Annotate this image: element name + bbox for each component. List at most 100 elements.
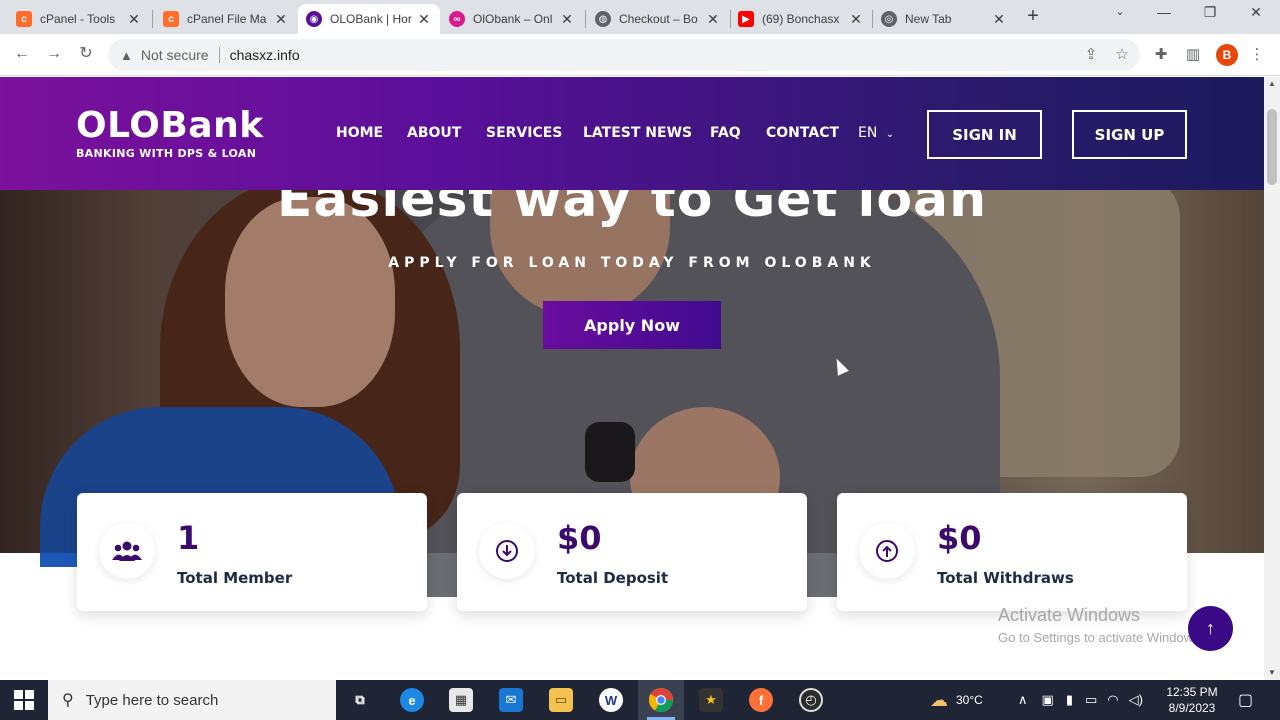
search-placeholder: Type here to search [85,691,219,709]
windows-start-icon[interactable] [14,690,34,710]
extensions-puzzle-icon[interactable]: ✚ [1150,44,1172,66]
users-icon [99,523,155,579]
nav-about[interactable]: ABOUT [407,125,461,141]
arrow-up-icon: ↑ [1206,618,1215,638]
scroll-to-top-button[interactable]: ↑ [1188,606,1233,651]
close-tab-icon[interactable]: ✕ [416,11,432,28]
scroll-up-arrow-icon[interactable]: ▲ [1264,77,1280,91]
bookmark-star-icon[interactable]: ☆ [1111,44,1133,66]
watermark-subtitle: Go to Settings to activate Windows. [998,630,1204,645]
volume-icon[interactable]: ◁) [1129,692,1143,708]
forward-button[interactable]: → [44,44,64,64]
site-logo[interactable]: OLOBank BANKING WITH DPS & LOAN [76,107,264,161]
recorder-icon[interactable]: ◴ [799,688,823,712]
system-tray: ∧ ▣ ▮ ▭ ◠ ◁) [1018,680,1143,720]
address-bar-row: ← → ↻ ▲ Not secure chasxz.info ⇪ ☆ ✚ ▥ ⋮ [0,34,1280,76]
scrollbar-thumb[interactable] [1267,109,1277,185]
app-icon[interactable]: W [599,688,623,712]
restore-button[interactable]: ❐ [1190,4,1230,21]
tab-checkout[interactable]: ◍ Checkout – Bo ✕ [587,4,729,34]
stat-value: $0 [937,519,982,557]
new-tab-button[interactable]: + [1013,5,1053,28]
activate-windows-watermark: Activate Windows Go to Settings to activ… [998,605,1203,645]
close-tab-icon[interactable]: ✕ [559,11,575,28]
nav-services[interactable]: SERVICES [486,125,562,141]
hero-subtitle: APPLY FOR LOAN TODAY FROM OLOBANK [388,255,876,271]
mail-icon[interactable]: ✉ [499,688,523,712]
chrome-taskbar-icon[interactable] [649,688,673,712]
cpanel-icon: c [163,11,179,27]
close-tab-icon[interactable]: ✕ [126,11,142,28]
taskbar-clock[interactable]: 12:35 PM 8/9/2023 [1162,684,1222,716]
video-editor-icon[interactable]: ★ [699,688,723,712]
chevron-down-icon: ⌄ [885,129,895,140]
tab-cpanel-tools[interactable]: c cPanel - Tools ✕ [8,4,150,34]
url-text[interactable]: chasxz.info [230,47,300,63]
tab-olobank-home[interactable]: ◉ OLOBank | Hor ✕ [298,4,440,34]
microphone-icon[interactable]: ▮ [1066,692,1073,708]
microsoft-store-icon[interactable]: ▦ [449,688,473,712]
language-select[interactable]: EN ⌄ [858,125,894,141]
tab-new-tab[interactable]: ◎ New Tab ✕ [873,4,1015,34]
firefox-icon[interactable]: f [749,688,773,712]
chrome-icon: ◎ [881,11,897,27]
nav-latest-news[interactable]: LATEST NEWS [583,125,692,141]
site-header: OLOBank BANKING WITH DPS & LOAN HOME ABO… [0,77,1264,190]
file-explorer-icon[interactable]: ▭ [549,688,573,712]
close-tab-icon[interactable]: ✕ [273,11,289,28]
scroll-down-arrow-icon[interactable]: ▼ [1264,666,1280,680]
side-panel-icon[interactable]: ▥ [1182,44,1204,66]
page-viewport: Easiest way to Get loan APPLY FOR LOAN T… [0,77,1264,680]
close-window-button[interactable]: ✕ [1236,4,1276,21]
nav-faq[interactable]: FAQ [710,125,741,141]
close-tab-icon[interactable]: ✕ [991,11,1007,28]
stat-card-total-withdraws: $0 Total Withdraws [837,493,1187,611]
close-tab-icon[interactable]: ✕ [705,11,721,28]
edge-icon[interactable]: e [400,688,424,712]
wifi-icon[interactable]: ◠ [1107,692,1118,708]
windows-taskbar: ⚲ Type here to search ⧉ e ▦ ✉ ▭ W ★ f ◴ … [0,680,1280,720]
tab-separator [585,10,586,28]
weather-widget[interactable]: ☁ 30°C [930,680,983,720]
tab-search-chevron-icon[interactable]: ⌄ [1100,5,1140,18]
chevron-up-icon[interactable]: ∧ [1018,692,1028,708]
warning-triangle-icon: ▲ [120,47,133,63]
tab-cpanel-file-manager[interactable]: c cPanel File Ma ✕ [155,4,297,34]
stat-label: Total Deposit [557,569,669,587]
omnibox[interactable]: ▲ Not secure chasxz.info [108,39,1140,71]
profile-avatar[interactable]: B [1216,44,1238,66]
nav-contact[interactable]: CONTACT [766,125,839,141]
apply-now-button[interactable]: Apply Now [543,301,721,349]
arrow-down-circle-icon [479,523,535,579]
browser-tab-strip: c cPanel - Tools ✕ c cPanel File Ma ✕ ◉ … [0,0,1280,34]
sign-up-button[interactable]: SIGN UP [1072,110,1187,159]
youtube-icon: ▶ [738,11,754,27]
language-label: EN [858,125,878,141]
olobank-icon: ◉ [306,11,322,27]
link-icon: ∞ [449,11,465,27]
battery-icon[interactable]: ▭ [1085,692,1097,708]
reload-button[interactable]: ↻ [76,44,96,64]
stat-value: 1 [177,519,200,557]
taskbar-search-box[interactable]: ⚲ Type here to search [48,680,336,720]
security-label[interactable]: Not secure [141,47,209,63]
close-tab-icon[interactable]: ✕ [848,11,864,28]
back-button[interactable]: ← [12,44,32,64]
chrome-menu-icon[interactable]: ⋮ [1246,44,1268,66]
temperature-label: 30°C [956,693,983,707]
minimize-button[interactable]: — [1144,4,1184,20]
meet-now-icon[interactable]: ▣ [1042,692,1054,708]
stat-card-total-member: 1 Total Member [77,493,427,611]
notification-icon[interactable]: ▢ [1238,680,1253,720]
nav-home[interactable]: HOME [336,125,383,141]
sign-in-button[interactable]: SIGN IN [927,110,1042,159]
stat-label: Total Member [177,569,293,587]
task-view-icon[interactable]: ⧉ [348,688,372,712]
tab-separator [152,10,153,28]
tab-youtube[interactable]: ▶ (69) Bonchasx ✕ [730,4,872,34]
tab-olobank-online[interactable]: ∞ OlObank – Onl ✕ [441,4,583,34]
share-icon[interactable]: ⇪ [1080,44,1102,66]
logo-tagline: BANKING WITH DPS & LOAN [76,147,257,160]
clock-time: 12:35 PM [1166,685,1218,699]
page-scrollbar[interactable]: ▲ ▼ [1264,77,1280,680]
